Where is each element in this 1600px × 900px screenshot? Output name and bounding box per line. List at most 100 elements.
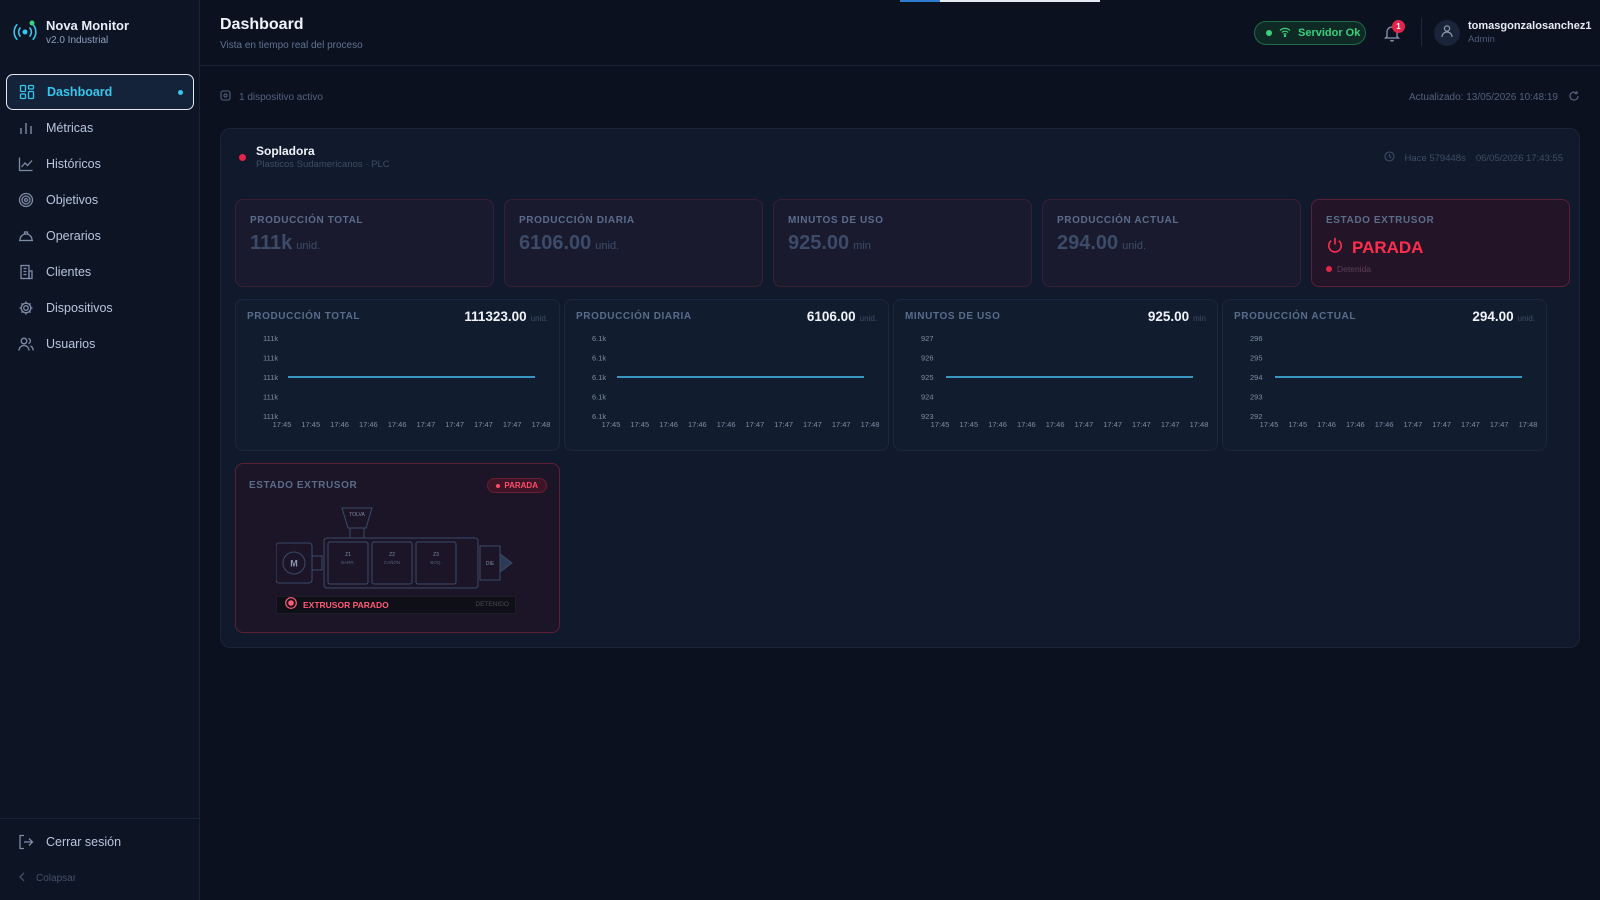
target-icon (18, 192, 34, 208)
line-chart: 29629529429329217:45 17:45 17:46 17:46 17:46… (1250, 334, 1537, 429)
server-status-badge[interactable]: Servidor Ok (1254, 21, 1366, 45)
kpi-unit: unid. (595, 240, 620, 252)
chart-unit: unid. (1517, 314, 1535, 323)
y-tick-label: 111k (263, 373, 278, 382)
x-tick-label: 17:47 (474, 420, 493, 429)
y-tick-label: 111k (263, 393, 278, 402)
kpi-label: MINUTOS DE USO (788, 215, 884, 226)
brand[interactable]: Nova Monitor v2.0 Industrial (12, 14, 192, 50)
device-ago: Hace 579448s (1404, 152, 1466, 164)
x-tick-label: 17:46 (1346, 420, 1365, 429)
hopper-neck (349, 527, 365, 539)
chart-value-number: 111323.00 (464, 309, 527, 324)
last-updated-text: Actualizado: 13/05/2026 10:48:19 (1408, 92, 1558, 103)
x-tick-label: 17:46 (1046, 420, 1065, 429)
x-tick-label: 17:47 (745, 420, 764, 429)
header-divider (1421, 18, 1422, 46)
dashboard-icon (19, 84, 35, 100)
sidebar-item-usuarios[interactable]: Usuarios (6, 326, 194, 362)
chart-value-number: 925.00 (1147, 309, 1190, 324)
x-tick-label: 17:47 (1403, 420, 1422, 429)
coupling (311, 555, 323, 571)
status-dot (1266, 30, 1272, 36)
zone-id: Z1 (345, 552, 351, 558)
top-header: Dashboard Vista en tiempo real del proce… (200, 0, 1600, 66)
estado-sub-text: Detenida (1337, 264, 1372, 274)
chart-value: 111323.00 unid. (464, 309, 548, 324)
kpi-card-produccion-diaria: PRODUCCIÓN DIARIA 6106.00 unid. (504, 199, 763, 287)
y-tick-label: 295 (1250, 354, 1263, 363)
clock-icon (1383, 151, 1395, 165)
device-panel: Sopladora Plasticos Sudamericanos · PLC … (220, 128, 1580, 648)
sidebar-item-dashboard[interactable]: Dashboard (6, 74, 194, 110)
kpi-unit: unid. (296, 240, 321, 252)
sidebar-item-label: Operarios (46, 229, 101, 243)
logout-button[interactable]: Cerrar sesión (6, 828, 194, 856)
device-name: Sopladora (256, 144, 315, 158)
x-tick-label: 17:46 (659, 420, 678, 429)
extruder-status-badge: PARADA (487, 478, 547, 493)
device-subtitle: Plasticos Sudamericanos · PLC (256, 159, 390, 170)
x-tick-label: 17:47 (774, 420, 793, 429)
x-tick-label: 17:47 (1074, 420, 1093, 429)
x-tick-label: 17:45 (301, 420, 320, 429)
y-tick-label: 6.1k (592, 334, 606, 343)
extruder-status-text: EXTRUSOR PARADO (303, 600, 389, 610)
chart-card-produccion-actual: PRODUCCIÓN ACTUAL 294.00 unid. 296 295 294 2… (1222, 299, 1547, 451)
sidebar-item-label: Usuarios (46, 337, 96, 351)
chart-card-produccion-diaria: PRODUCCIÓN DIARIA 6106.00 unid. 6.1k 6.1k 6… (564, 299, 889, 451)
kpi-card-estado-extrusor: ESTADO EXTRUSOR PARADA Detenida (1311, 199, 1570, 287)
sidebar-item-label: Históricos (46, 157, 101, 171)
loading-progress-bar (900, 0, 1100, 2)
user-icon (1440, 24, 1454, 43)
x-tick-label: 17:46 (1375, 420, 1394, 429)
x-tick-label: 17:46 (1017, 420, 1036, 429)
broadcast-icon (12, 19, 38, 45)
chart-label: PRODUCCIÓN TOTAL (247, 311, 361, 322)
x-tick-label: 17:47 (803, 420, 822, 429)
chart-value: 6106.00 unid. (807, 309, 877, 324)
x-tick-label: 17:47 (503, 420, 522, 429)
x-tick-label: 17:45 (931, 420, 950, 429)
sidebar-item-historicos[interactable]: Históricos (6, 146, 194, 182)
kpi-unit: unid. (1122, 240, 1147, 252)
y-tick-label: 927 (921, 334, 934, 343)
chart-unit: unid. (859, 314, 877, 323)
x-tick-label: 17:47 (1132, 420, 1151, 429)
collapse-button[interactable]: Colapsar (18, 872, 76, 885)
avatar[interactable] (1434, 20, 1460, 46)
sidebar-item-objetivos[interactable]: Objetivos (6, 182, 194, 218)
x-tick-label: 17:45 (1288, 420, 1307, 429)
estado-sub: Detenida (1326, 264, 1371, 274)
sidebar-item-metricas[interactable]: Métricas (6, 110, 194, 146)
y-tick-label: 111k (263, 334, 278, 343)
y-tick-label: 924 (921, 393, 934, 402)
motor-label: M (290, 559, 298, 569)
extruder-status-bar: EXTRUSOR PARADO DETENIDO (276, 596, 516, 614)
kpi-value: 111k unid. (250, 232, 320, 255)
power-icon (1326, 236, 1344, 259)
kpi-card-minutos-uso: MINUTOS DE USO 925.00 min (773, 199, 1032, 287)
y-tick-label: 926 (921, 354, 934, 363)
chart-card-minutos-uso: MINUTOS DE USO 925.00 min 927 926 925 924 923… (893, 299, 1218, 451)
line-chart-icon (18, 156, 34, 172)
x-tick-label: 17:47 (445, 420, 464, 429)
sidebar-item-operarios[interactable]: Operarios (6, 218, 194, 254)
hopper-shape (341, 507, 373, 529)
sidebar-item-label: Dispositivos (46, 301, 113, 315)
line-chart: 6.1k6.1k6.1k6.1k6.1k17:45 17:45 17:46 17:46… (592, 334, 880, 429)
device-status-dot (239, 154, 246, 161)
y-tick-label: 111k (263, 354, 278, 363)
sidebar-item-dispositivos[interactable]: Dispositivos (6, 290, 194, 326)
chevron-left-icon (18, 872, 26, 885)
y-tick-label: 925 (921, 373, 934, 382)
zone-name: BOQ. (430, 560, 441, 565)
refresh-icon[interactable] (1568, 90, 1580, 105)
x-tick-label: 17:48 (861, 420, 880, 429)
user-name[interactable]: tomasgonzalosanchez1 (1468, 20, 1591, 32)
x-tick-label: 17:47 (832, 420, 851, 429)
sidebar-item-clientes[interactable]: Clientes (6, 254, 194, 290)
page-subtitle: Vista en tiempo real del proceso (220, 40, 363, 51)
x-tick-label: 17:48 (1190, 420, 1209, 429)
chart-label: PRODUCCIÓN DIARIA (576, 311, 692, 322)
